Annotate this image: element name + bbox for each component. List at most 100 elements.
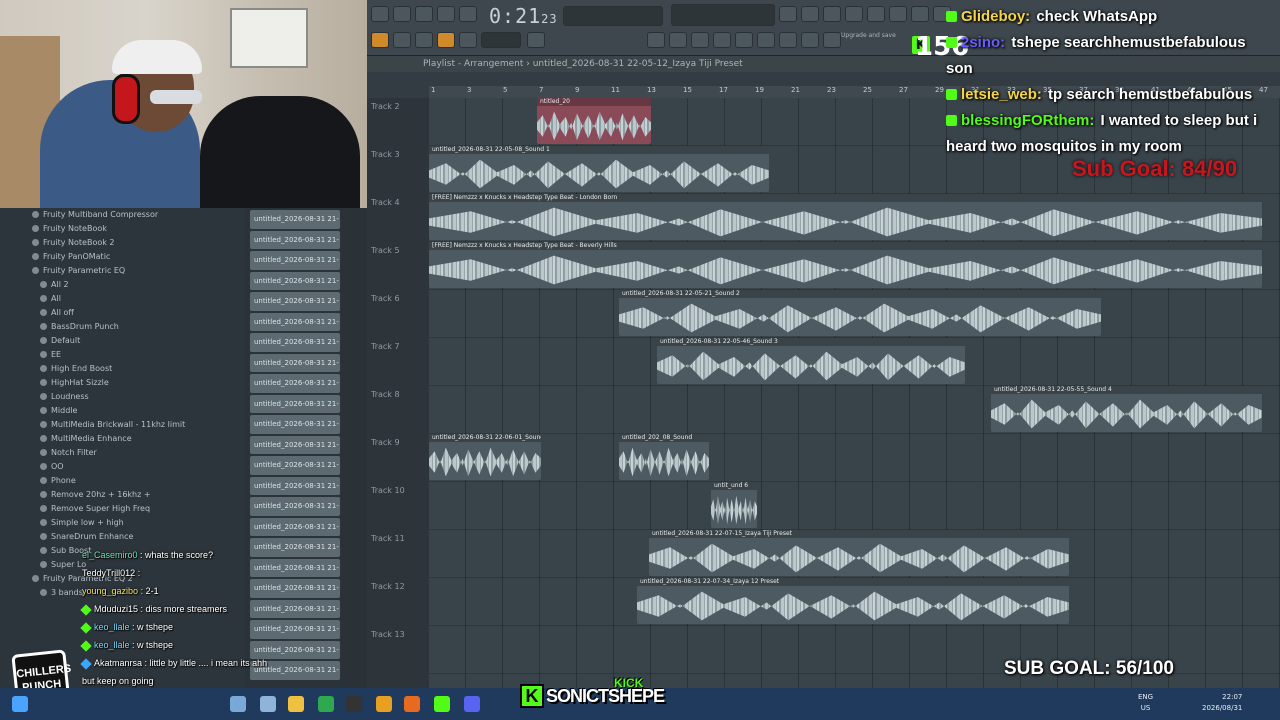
master-volume-slider[interactable] bbox=[563, 6, 663, 26]
cut-icon[interactable] bbox=[823, 32, 841, 48]
track-label[interactable]: Track 6 bbox=[371, 294, 400, 303]
chat-icon[interactable] bbox=[911, 6, 929, 22]
chat-username[interactable]: young_gazibo bbox=[82, 586, 138, 596]
discord-icon[interactable] bbox=[464, 696, 480, 712]
stop-button[interactable] bbox=[437, 6, 455, 22]
clip-source-item[interactable]: untitled_2026-08-31 21- bbox=[250, 435, 340, 454]
chat-username[interactable]: keo_llale bbox=[94, 640, 130, 650]
clip-source-item[interactable]: untitled_2026-08-31 21- bbox=[250, 271, 340, 290]
touch-keyboard-icon[interactable] bbox=[757, 32, 775, 48]
browser-item[interactable]: Notch Filter bbox=[0, 446, 246, 460]
clip-source-item[interactable]: untitled_2026-08-31 21- bbox=[250, 292, 340, 311]
browser-item[interactable]: Default bbox=[0, 334, 246, 348]
clip-source-item[interactable]: untitled_2026-08-31 21- bbox=[250, 230, 340, 249]
track-label[interactable]: Track 2 bbox=[371, 102, 400, 111]
plugin-picker-icon[interactable] bbox=[735, 32, 753, 48]
playlist-icon[interactable] bbox=[713, 32, 731, 48]
record-button[interactable] bbox=[459, 6, 477, 22]
snap-icon[interactable] bbox=[393, 32, 411, 48]
browser-item[interactable]: Fruity NoteBook 2 bbox=[0, 236, 246, 250]
channel-rack-icon[interactable] bbox=[669, 32, 687, 48]
mixer-icon[interactable] bbox=[801, 6, 819, 22]
chat-username[interactable]: Glideboy: bbox=[961, 8, 1030, 25]
play-button[interactable] bbox=[415, 6, 433, 22]
edison-icon[interactable] bbox=[779, 32, 797, 48]
link-icon[interactable] bbox=[801, 32, 819, 48]
obs-icon[interactable] bbox=[346, 696, 362, 712]
browser-item[interactable]: Remove 20hz + 16khz + bbox=[0, 488, 246, 502]
chat-username[interactable]: TeddyTrill012 bbox=[82, 568, 135, 578]
clip-source-item[interactable]: untitled_2026-08-31 21- bbox=[250, 251, 340, 270]
chat-username[interactable]: el_Casemiro0 bbox=[82, 550, 138, 560]
clip-source-item[interactable]: untitled_2026-08-31 21- bbox=[250, 353, 340, 372]
tempo-tap-button[interactable] bbox=[393, 6, 411, 22]
clip-source-item[interactable]: untitled_2026-08-31 21- bbox=[250, 497, 340, 516]
track-label[interactable]: Track 9 bbox=[371, 438, 400, 447]
fl-studio-icon[interactable] bbox=[404, 696, 420, 712]
line-icon[interactable] bbox=[527, 32, 545, 48]
chat-username[interactable]: 2sino: bbox=[961, 34, 1005, 51]
clip-source-item[interactable]: untitled_2026-08-31 21- bbox=[250, 210, 340, 229]
browser-item[interactable]: MultiMedia Brickwall - 11khz limit bbox=[0, 418, 246, 432]
browser-item[interactable]: Fruity Multiband Compressor bbox=[0, 208, 246, 222]
clip-source-item[interactable]: untitled_2026-08-31 21- bbox=[250, 333, 340, 352]
chrome-icon[interactable] bbox=[376, 696, 392, 712]
chat-username[interactable]: Akatmanrsa bbox=[94, 658, 142, 668]
track-label[interactable]: Track 3 bbox=[371, 150, 400, 159]
language-indicator[interactable]: ENG US bbox=[1138, 692, 1153, 714]
metronome-icon[interactable] bbox=[779, 6, 797, 22]
browser-item[interactable]: Simple low + high bbox=[0, 516, 246, 530]
track-label[interactable]: Track 8 bbox=[371, 390, 400, 399]
draw-icon[interactable] bbox=[415, 32, 433, 48]
audio-clip[interactable]: untitled_2026-08-31 22-05-55_Sound 4 bbox=[991, 386, 1262, 432]
browser-item[interactable]: BassDrum Punch bbox=[0, 320, 246, 334]
stamp-icon[interactable] bbox=[459, 32, 477, 48]
browser-item[interactable]: Remove Super High Freq bbox=[0, 502, 246, 516]
track-label[interactable]: Track 5 bbox=[371, 246, 400, 255]
track-label[interactable]: Track 11 bbox=[371, 534, 405, 543]
clock[interactable]: 22:07 2026/08/31 bbox=[1202, 692, 1242, 714]
explorer-icon[interactable] bbox=[288, 696, 304, 712]
clip-source-item[interactable]: untitled_2026-08-31 21- bbox=[250, 415, 340, 434]
piano-roll-icon[interactable] bbox=[647, 32, 665, 48]
file-icon[interactable] bbox=[230, 696, 246, 712]
clip-source-item[interactable]: untitled_2026-08-31 21- bbox=[250, 394, 340, 413]
chat-username[interactable]: letsie_web: bbox=[961, 86, 1042, 103]
browser-item[interactable]: SnareDrum Enhance bbox=[0, 530, 246, 544]
browser-item[interactable]: Fruity PanOMatic bbox=[0, 250, 246, 264]
clip-source-item[interactable]: untitled_2026-08-31 21- bbox=[250, 374, 340, 393]
menu-icon[interactable] bbox=[371, 6, 389, 22]
pattern-mode-button[interactable] bbox=[371, 32, 389, 48]
audio-clip[interactable]: untitled_2026-08-31 22-07-34_Izaya 12 Pr… bbox=[637, 578, 1069, 624]
track-label[interactable]: Track 7 bbox=[371, 342, 400, 351]
chat-username[interactable]: Mduduzi15 bbox=[94, 604, 138, 614]
browser-item[interactable]: High End Boost bbox=[0, 362, 246, 376]
paint-icon[interactable] bbox=[437, 32, 455, 48]
playlist-lanes[interactable]: ntitled_20 untitled_2026-08-31 22-05-08_S… bbox=[429, 98, 1280, 688]
plugin-icon[interactable] bbox=[889, 6, 907, 22]
audio-clip[interactable]: ntitled_20 bbox=[537, 98, 651, 144]
browser-item[interactable]: All 2 bbox=[0, 278, 246, 292]
browser-item[interactable]: All bbox=[0, 292, 246, 306]
track-label[interactable]: Track 12 bbox=[371, 582, 405, 591]
microphone-icon[interactable] bbox=[823, 6, 841, 22]
start-icon[interactable] bbox=[12, 696, 28, 712]
audio-clip[interactable]: untit_und 6 bbox=[711, 482, 757, 528]
audio-clip[interactable]: untitled_2026-08-31 22-05-46_Sound 3 bbox=[657, 338, 965, 384]
clip-source-item[interactable]: untitled_2026-08-31 21- bbox=[250, 456, 340, 475]
track-label[interactable]: Track 4 bbox=[371, 198, 400, 207]
browser-item[interactable]: EE bbox=[0, 348, 246, 362]
store-icon[interactable] bbox=[318, 696, 334, 712]
audio-clip[interactable]: untitled_2026-08-31 22-05-08_Sound 1 bbox=[429, 146, 769, 192]
audio-clip[interactable]: untitled_2026-08-31 22-05-21_Sound 2 bbox=[619, 290, 1101, 336]
browser-item[interactable]: All off bbox=[0, 306, 246, 320]
browser-item[interactable]: OO bbox=[0, 460, 246, 474]
document-icon[interactable] bbox=[260, 696, 276, 712]
audio-clip[interactable]: untitled_2026-08-31 22-06-01_Sound 5 bbox=[429, 434, 541, 480]
mixer-window-icon[interactable] bbox=[691, 32, 709, 48]
clip-source-item[interactable]: untitled_2026-08-31 21- bbox=[250, 517, 340, 536]
browser-item[interactable]: Fruity Parametric EQ bbox=[0, 264, 246, 278]
browser-item[interactable]: HighHat Sizzle bbox=[0, 376, 246, 390]
help-icon[interactable] bbox=[845, 6, 863, 22]
browser-item[interactable]: Middle bbox=[0, 404, 246, 418]
